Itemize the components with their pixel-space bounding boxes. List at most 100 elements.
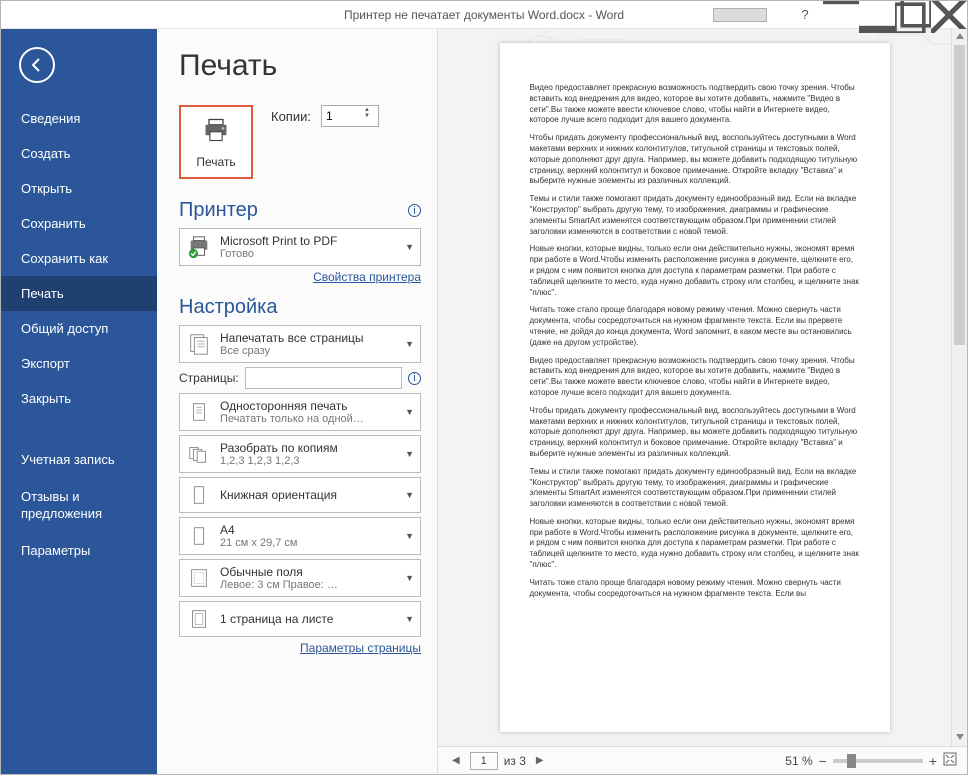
printer-icon bbox=[202, 116, 230, 149]
zoom-label: 51 % bbox=[785, 754, 812, 768]
dd-title: Обычные поля bbox=[220, 565, 399, 579]
preview-status-bar: ◀ 1 из 3 ▶ 51 % − + bbox=[438, 746, 967, 774]
page-preview: Видео предоставляет прекрасную возможнос… bbox=[500, 43, 890, 732]
close-button[interactable] bbox=[931, 1, 967, 29]
orientation-selector[interactable]: Книжная ориентация ▼ bbox=[179, 477, 421, 513]
one-sided-selector[interactable]: Односторонняя печать Печатать только на … bbox=[179, 393, 421, 431]
collated-icon bbox=[186, 441, 212, 467]
fit-to-window-button[interactable] bbox=[943, 752, 957, 769]
one-per-sheet-icon bbox=[186, 606, 212, 632]
chevron-down-icon: ▼ bbox=[405, 449, 414, 459]
titlebar: Принтер не печатает документы Word.docx … bbox=[1, 1, 967, 29]
nav-save[interactable]: Сохранить bbox=[1, 206, 157, 241]
pages-icon bbox=[186, 331, 212, 357]
zoom-out-button[interactable]: − bbox=[819, 753, 827, 769]
preview-paragraph: Темы и стили также помогают придать доку… bbox=[530, 194, 860, 237]
prev-page-button[interactable]: ◀ bbox=[448, 755, 464, 766]
print-range-selector[interactable]: Напечатать все страницы Все сразу ▼ bbox=[179, 325, 421, 363]
vertical-scrollbar[interactable] bbox=[951, 29, 967, 746]
window-title: Принтер не печатает документы Word.docx … bbox=[344, 8, 624, 22]
printer-selector[interactable]: Microsoft Print to PDF Готово ▼ bbox=[179, 228, 421, 266]
zoom-in-button[interactable]: + bbox=[929, 753, 937, 769]
margins-selector[interactable]: Обычные поля Левое: 3 см Правое: … ▼ bbox=[179, 559, 421, 597]
dd-title: A4 bbox=[220, 523, 399, 537]
print-button-label: Печать bbox=[196, 155, 235, 169]
spinner-arrows-icon[interactable]: ▲▼ bbox=[364, 107, 376, 125]
chevron-down-icon: ▼ bbox=[405, 339, 414, 349]
dd-title: Напечатать все страницы bbox=[220, 331, 399, 345]
preview-paragraph: Видео предоставляет прекрасную возможнос… bbox=[530, 83, 860, 126]
print-panel: Печать Печать Копии: 1 ▲▼ bbox=[157, 29, 437, 774]
preview-paragraph: Чтобы придать документу профессиональный… bbox=[530, 406, 860, 460]
back-button[interactable] bbox=[19, 47, 55, 83]
dd-sub: Все сразу bbox=[220, 345, 399, 357]
print-button[interactable]: Печать bbox=[179, 105, 253, 179]
zoom-slider[interactable] bbox=[833, 759, 923, 763]
current-page-input[interactable]: 1 bbox=[470, 752, 498, 770]
printer-status: Готово bbox=[220, 248, 399, 260]
chevron-down-icon: ▼ bbox=[405, 407, 414, 417]
help-button[interactable]: ? bbox=[787, 1, 823, 29]
info-icon[interactable]: i bbox=[408, 204, 421, 217]
chevron-down-icon: ▼ bbox=[405, 242, 414, 252]
nav-share[interactable]: Общий доступ bbox=[1, 311, 157, 346]
dd-sub: Печатать только на одной… bbox=[220, 413, 399, 425]
chevron-down-icon: ▼ bbox=[405, 614, 414, 624]
nav-print[interactable]: Печать bbox=[1, 276, 157, 311]
ribbon-options-button[interactable] bbox=[823, 1, 859, 29]
margins-icon bbox=[186, 565, 212, 591]
preview-paragraph: Видео предоставляет прекрасную возможнос… bbox=[530, 356, 860, 399]
account-placeholder[interactable] bbox=[713, 8, 767, 22]
info-icon[interactable]: i bbox=[408, 372, 421, 385]
portrait-icon bbox=[186, 482, 212, 508]
nav-new[interactable]: Создать bbox=[1, 136, 157, 171]
restore-button[interactable] bbox=[895, 1, 931, 29]
printer-heading: Принтер bbox=[179, 199, 258, 222]
nav-info[interactable]: Сведения bbox=[1, 101, 157, 136]
minimize-button[interactable] bbox=[859, 1, 895, 29]
preview-paragraph: Новые кнопки, которые видны, только если… bbox=[530, 517, 860, 571]
page-setup-link[interactable]: Параметры страницы bbox=[179, 641, 421, 655]
nav-export[interactable]: Экспорт bbox=[1, 346, 157, 381]
dd-sub: 21 см x 29,7 см bbox=[220, 537, 399, 549]
preview-paragraph: Чтобы придать документу профессиональный… bbox=[530, 133, 860, 187]
dd-sub: 1,2,3 1,2,3 1,2,3 bbox=[220, 455, 399, 467]
print-preview-pane: Видео предоставляет прекрасную возможнос… bbox=[437, 29, 967, 774]
dd-sub: Левое: 3 см Правое: … bbox=[220, 579, 399, 591]
next-page-button[interactable]: ▶ bbox=[532, 755, 548, 766]
dd-title: Разобрать по копиям bbox=[220, 441, 399, 455]
preview-paragraph: Читать тоже стало проще благодаря новому… bbox=[530, 578, 860, 600]
pages-label: Страницы: bbox=[179, 371, 239, 385]
pages-input[interactable] bbox=[245, 367, 402, 389]
collated-selector[interactable]: Разобрать по копиям 1,2,3 1,2,3 1,2,3 ▼ bbox=[179, 435, 421, 473]
preview-paragraph: Темы и стили также помогают придать доку… bbox=[530, 467, 860, 510]
one-sided-icon bbox=[186, 399, 212, 425]
printer-properties-link[interactable]: Свойства принтера bbox=[179, 270, 421, 284]
nav-open[interactable]: Открыть bbox=[1, 171, 157, 206]
page-title: Печать bbox=[179, 49, 421, 83]
nav-options[interactable]: Параметры bbox=[1, 533, 157, 568]
nav-save-as[interactable]: Сохранить как bbox=[1, 241, 157, 276]
copies-value: 1 bbox=[326, 109, 333, 123]
printer-ready-icon bbox=[186, 234, 212, 260]
dd-title: Односторонняя печать bbox=[220, 399, 399, 413]
nav-account[interactable]: Учетная запись bbox=[1, 442, 157, 479]
settings-heading: Настройка bbox=[179, 296, 277, 319]
copies-label: Копии: bbox=[271, 109, 311, 124]
nav-feedback[interactable]: Отзывы и предложения bbox=[1, 479, 157, 533]
dd-title: 1 страница на листе bbox=[220, 612, 399, 626]
preview-paragraph: Новые кнопки, которые видны, только если… bbox=[530, 244, 860, 298]
chevron-down-icon: ▼ bbox=[405, 531, 414, 541]
preview-paragraph: Читать тоже стало проще благодаря новому… bbox=[530, 305, 860, 348]
pages-per-sheet-selector[interactable]: 1 страница на листе ▼ bbox=[179, 601, 421, 637]
copies-input[interactable]: 1 ▲▼ bbox=[321, 105, 379, 127]
chevron-down-icon: ▼ bbox=[405, 573, 414, 583]
dd-title: Книжная ориентация bbox=[220, 488, 399, 502]
paper-size-selector[interactable]: A4 21 см x 29,7 см ▼ bbox=[179, 517, 421, 555]
nav-close[interactable]: Закрыть bbox=[1, 381, 157, 416]
page-count-label: из 3 bbox=[504, 754, 526, 768]
paper-icon bbox=[186, 523, 212, 549]
chevron-down-icon: ▼ bbox=[405, 490, 414, 500]
backstage-sidebar: Сведения Создать Открыть Сохранить Сохра… bbox=[1, 29, 157, 774]
printer-name: Microsoft Print to PDF bbox=[220, 234, 399, 248]
